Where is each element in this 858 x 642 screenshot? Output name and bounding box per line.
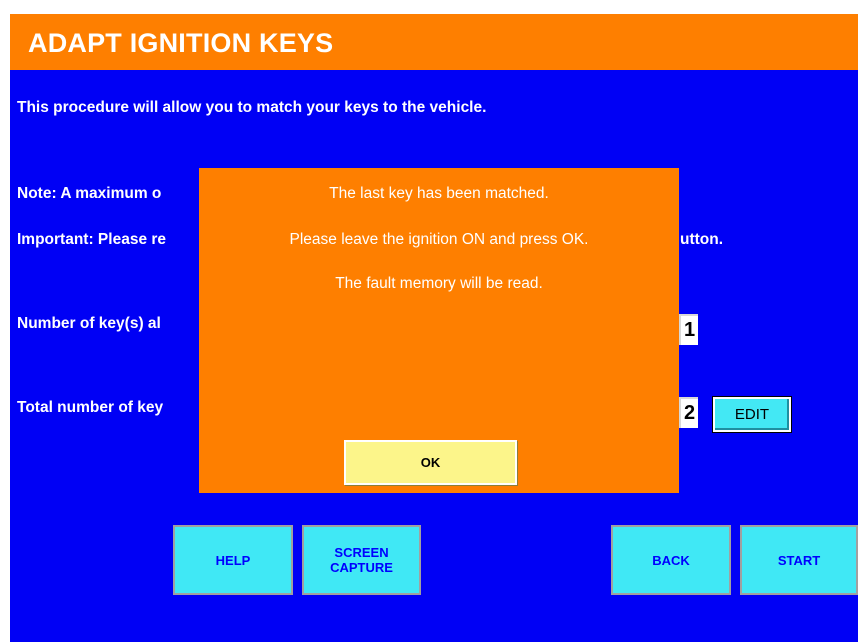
intro-text: This procedure will allow you to match y… — [17, 99, 487, 116]
back-button[interactable]: BACK — [611, 525, 731, 595]
total-keys-label: Total number of key — [17, 399, 164, 416]
screen-capture-label-line2: CAPTURE — [330, 560, 393, 575]
ok-button[interactable]: OK — [344, 440, 517, 485]
back-button-label: BACK — [652, 552, 690, 568]
dialog-message-line2: Please leave the ignition ON and press O… — [289, 231, 589, 248]
keys-already-value: 1 — [679, 314, 698, 345]
help-button-label: HELP — [215, 552, 251, 568]
note-text: Note: A maximum o — [17, 185, 162, 202]
message-dialog: The last key has been matched. Please le… — [199, 168, 679, 493]
screen-capture-label-line1: SCREEN — [334, 545, 389, 560]
important-text-tail: utton. — [680, 231, 724, 248]
screen-capture-button[interactable]: SCREEN CAPTURE — [302, 525, 421, 595]
dialog-message-line3: The fault memory will be read. — [335, 275, 543, 292]
important-text: Important: Please re — [17, 231, 167, 248]
edit-button[interactable]: EDIT — [712, 396, 792, 433]
total-keys-value: 2 — [679, 397, 698, 428]
dialog-message-line1: The last key has been matched. — [329, 185, 549, 202]
keys-already-label: Number of key(s) al — [17, 315, 161, 332]
page-title: ADAPT IGNITION KEYS — [28, 28, 334, 58]
title-bar: ADAPT IGNITION KEYS — [10, 14, 858, 70]
start-button-label: START — [777, 552, 821, 568]
start-button[interactable]: START — [740, 525, 858, 595]
help-button[interactable]: HELP — [173, 525, 293, 595]
